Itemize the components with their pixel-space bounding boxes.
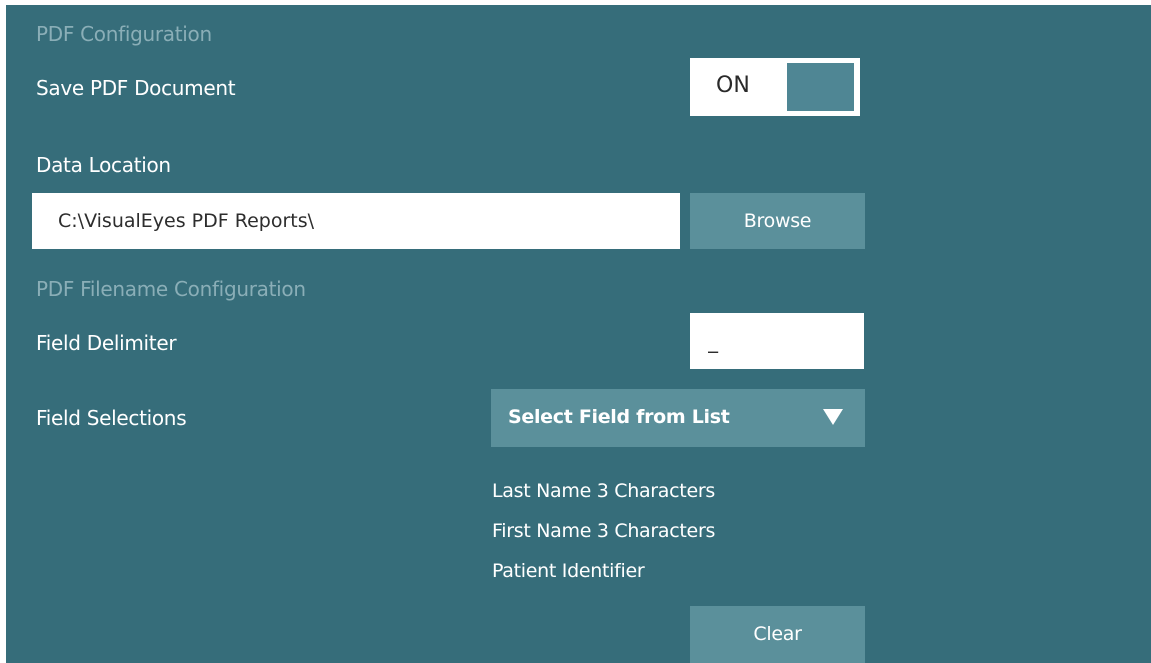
toggle-knob[interactable] [787, 63, 854, 111]
field-delimiter-input[interactable] [690, 313, 864, 369]
save-pdf-document-label: Save PDF Document [36, 76, 236, 100]
field-selections-label: Field Selections [36, 406, 187, 430]
pdf-configuration-heading: PDF Configuration [36, 22, 212, 46]
list-item: Patient Identifier [492, 560, 645, 582]
data-location-input[interactable] [32, 193, 680, 249]
list-item: First Name 3 Characters [492, 520, 716, 542]
dropdown-selected-text: Select Field from List [508, 406, 730, 428]
field-delimiter-label: Field Delimiter [36, 331, 177, 355]
settings-panel: PDF Configuration Save PDF Document ON D… [6, 5, 1151, 663]
pdf-filename-configuration-heading: PDF Filename Configuration [36, 277, 306, 301]
selected-fields-list: Last Name 3 Characters First Name 3 Char… [492, 473, 715, 593]
data-location-label: Data Location [36, 153, 171, 177]
clear-button[interactable]: Clear [690, 606, 865, 663]
toggle-state-text: ON [716, 73, 750, 98]
browse-button[interactable]: Browse [690, 193, 865, 249]
dropdown-arrow-icon [823, 409, 843, 425]
field-select-dropdown[interactable]: Select Field from List [491, 389, 865, 447]
list-item: Last Name 3 Characters [492, 480, 715, 502]
save-pdf-toggle[interactable]: ON [690, 58, 860, 116]
